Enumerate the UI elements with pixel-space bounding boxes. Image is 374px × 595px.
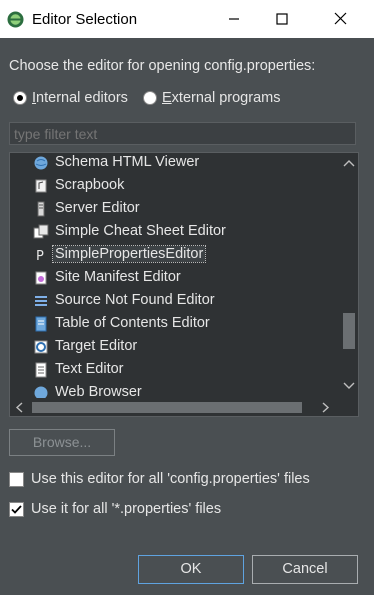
eclipse-app-icon — [7, 11, 24, 28]
list-item[interactable]: Schema HTML Viewer — [10, 153, 340, 174]
vertical-scrollbar[interactable] — [339, 153, 358, 398]
editor-list[interactable]: Schema HTML Viewer Scrapbook Server Edit… — [9, 152, 359, 417]
list-item-label: Server Editor — [55, 200, 140, 216]
prompt-label: Choose the editor for opening config.pro… — [9, 58, 316, 74]
use-for-all-label: Use it for all '*.properties' files — [31, 501, 222, 517]
list-item[interactable]: Target Editor — [10, 335, 340, 358]
scroll-left-icon[interactable] — [15, 402, 23, 413]
list-item[interactable]: Table of Contents Editor — [10, 312, 340, 335]
radio-button[interactable] — [143, 91, 157, 105]
checkmark-icon — [11, 504, 22, 514]
editor-list-items: Schema HTML Viewer Scrapbook Server Edit… — [10, 153, 340, 404]
toc-icon — [35, 316, 47, 332]
use-for-all-checkbox[interactable] — [9, 501, 24, 517]
ok-button[interactable]: OK — [138, 555, 244, 584]
cheatsheet-icon — [33, 224, 49, 239]
maximize-icon[interactable] — [268, 8, 296, 30]
list-item-label: Scrapbook — [55, 177, 125, 193]
list-item-label: Text Editor — [55, 361, 124, 377]
properties-icon: P — [36, 249, 44, 263]
svg-text:P: P — [36, 249, 44, 263]
list-item-label: Target Editor — [55, 338, 138, 354]
list-item-label: Simple Cheat Sheet Editor — [55, 223, 226, 239]
use-this-editor-checkbox-row[interactable]: Use this editor for all 'config.properti… — [9, 471, 310, 487]
lines-icon — [35, 296, 47, 306]
list-item-label: Source Not Found Editor — [55, 292, 215, 308]
minimize-icon[interactable] — [220, 8, 248, 30]
radio-button[interactable] — [13, 91, 27, 105]
list-item[interactable]: P SimplePropertiesEditor — [10, 243, 340, 266]
list-item[interactable]: Text Editor — [10, 358, 340, 381]
scroll-up-icon[interactable] — [343, 159, 355, 167]
window-title: Editor Selection — [32, 11, 138, 28]
globe-icon — [34, 156, 48, 170]
manifest-icon — [35, 271, 47, 285]
horizontal-scroll-thumb[interactable] — [32, 402, 302, 413]
use-this-editor-checkbox[interactable] — [9, 471, 24, 487]
external-programs-radio[interactable]: External programs — [143, 90, 280, 106]
text-file-icon — [35, 362, 47, 378]
scroll-down-icon[interactable] — [343, 382, 355, 390]
filter-input[interactable] — [9, 122, 356, 145]
list-item[interactable]: Source Not Found Editor — [10, 289, 340, 312]
list-item-label: Site Manifest Editor — [55, 269, 181, 285]
horizontal-scrollbar[interactable] — [10, 398, 340, 416]
internal-editors-label: Internal editors — [32, 90, 128, 106]
close-icon[interactable] — [326, 8, 354, 30]
list-item[interactable]: Site Manifest Editor — [10, 266, 340, 289]
server-icon — [37, 201, 45, 217]
external-programs-label: External programs — [162, 90, 281, 106]
scrapbook-icon — [35, 179, 47, 193]
list-item-label: SimplePropertiesEditor — [51, 245, 207, 263]
use-this-editor-label: Use this editor for all 'config.properti… — [31, 471, 310, 487]
list-item-label: Schema HTML Viewer — [55, 154, 200, 170]
list-item[interactable]: Server Editor — [10, 197, 340, 220]
scroll-corner — [339, 398, 358, 416]
scroll-right-icon[interactable] — [322, 402, 330, 413]
use-for-all-checkbox-row[interactable]: Use it for all '*.properties' files — [9, 501, 221, 517]
list-item[interactable]: Simple Cheat Sheet Editor — [10, 220, 340, 243]
internal-editors-radio[interactable]: Internal editors — [13, 90, 128, 106]
vertical-scroll-thumb[interactable] — [343, 313, 355, 349]
list-item[interactable]: Scrapbook — [10, 174, 340, 197]
list-item-label: Table of Contents Editor — [55, 315, 210, 331]
target-icon — [34, 340, 48, 354]
browse-button[interactable]: Browse... — [9, 429, 115, 456]
cancel-button[interactable]: Cancel — [252, 555, 358, 584]
title-bar: Editor Selection — [0, 0, 374, 38]
